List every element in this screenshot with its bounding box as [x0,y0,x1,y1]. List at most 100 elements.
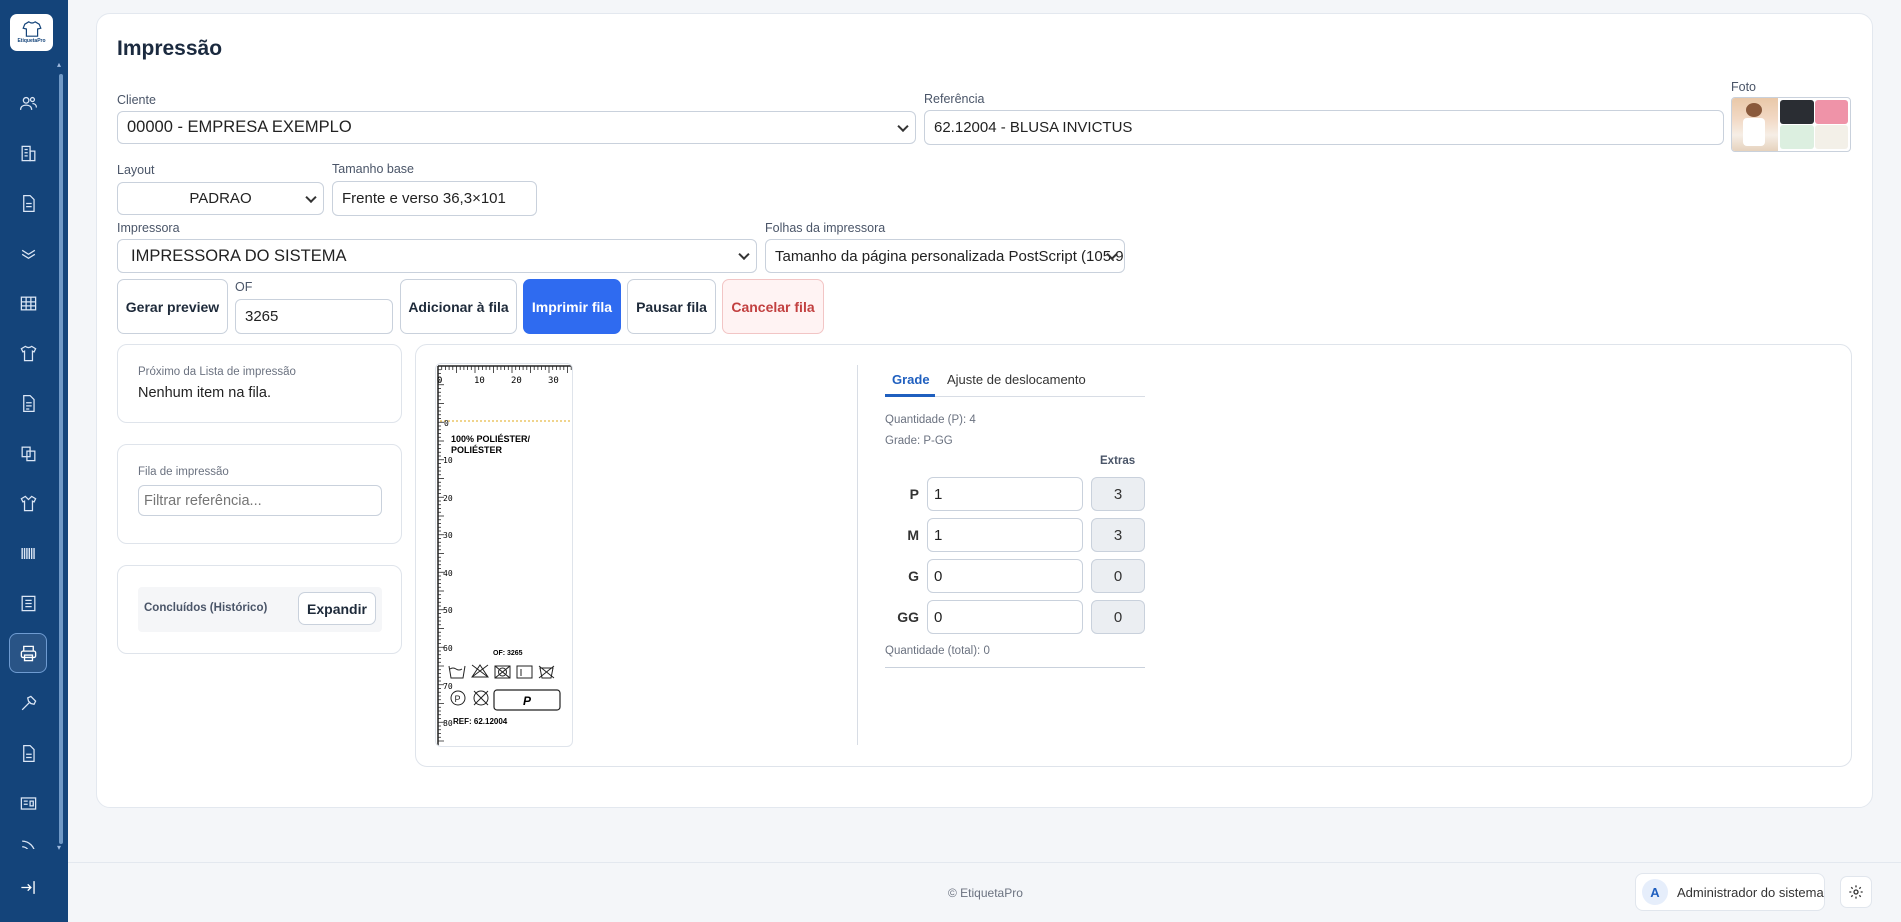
scroll-down-icon[interactable]: ▾ [57,843,61,852]
document-icon [22,194,35,212]
ruler-left-label: 20 [443,494,453,503]
ruler-top-label: 10 [474,376,485,386]
expandir-button[interactable]: Expandir [298,592,376,625]
product-photo[interactable] [1731,97,1851,152]
photo-swatch [1780,125,1814,149]
ruler-left-label: 0 [444,419,449,428]
nav-garments[interactable] [9,483,47,523]
shirt-icon [20,495,36,511]
layers-icon [21,249,35,259]
user-menu[interactable]: A Administrador do sistema [1635,873,1825,911]
nav-products[interactable] [9,333,47,373]
logout-icon [20,880,35,894]
nav-id-card[interactable] [9,783,47,823]
photo-swatch [1814,100,1848,124]
label-ref-text: REF: 62.12004 [453,717,508,726]
qty-input-p[interactable]: 1 [927,477,1083,511]
referencia-label: Referência [924,92,985,106]
fila-label: Fila de impressão [138,466,229,478]
copy-icon [21,446,35,461]
label-of-text: OF: 3265 [493,650,523,657]
ruler-left-label: 40 [443,569,453,578]
nav-documents[interactable] [9,183,47,223]
user-name: Administrador do sistema [1677,884,1824,900]
rss-icon [21,840,35,849]
tab-grade[interactable]: Grade [892,372,930,387]
qty-input-m[interactable]: 1 [927,518,1083,552]
imprimir-fila-button[interactable]: Imprimir fila [523,279,621,334]
users-icon [19,96,37,110]
sidebar-scrollbar[interactable] [59,74,63,844]
ruler-left-label: 60 [443,644,453,653]
logo-text: EtiquetaPro [17,38,46,44]
size-label-m: M [907,527,919,543]
nav-copy[interactable] [9,433,47,473]
extra-field-m: 3 [1091,518,1145,552]
size-label-gg: GG [897,609,919,625]
nav-more[interactable] [9,833,47,849]
nav-barcodes[interactable] [9,533,47,573]
nav-companies[interactable] [9,133,47,173]
nav-reports[interactable] [9,383,47,423]
hammer-icon [21,695,36,710]
label-preview-svg: 0 10 20 30 0 10 20 30 40 50 60 70 80 100… [437,365,572,746]
ruler-left-label: 30 [443,531,453,540]
referencia-field[interactable]: 62.12004 - BLUSA INVICTUS [924,110,1724,145]
extra-value: 0 [1113,608,1123,626]
qty-value: 1 [934,526,943,544]
ruler-left-label: 10 [443,456,453,465]
impressora-select[interactable]: IMPRESSORA DO SISTEMA [117,239,757,273]
ruler-top-label: 20 [511,376,522,386]
nav-list[interactable] [9,583,47,623]
gerar-preview-button[interactable]: Gerar preview [117,279,228,334]
label-preview[interactable]: 0 10 20 30 0 10 20 30 40 50 60 70 80 100… [435,363,573,747]
ruler-top-label: 0 [437,376,442,386]
label-size-text: P [523,694,532,708]
id-card-icon [20,796,36,810]
of-field[interactable]: 3265 [235,299,393,334]
tamanho-base-field[interactable]: Frente e verso 36,3×101 [332,181,537,216]
cancelar-fila-button[interactable]: Cancelar fila [722,279,824,334]
app-logo[interactable]: EtiquetaPro [10,14,53,51]
pausar-fila-button[interactable]: Pausar fila [627,279,716,334]
extra-value: 3 [1113,485,1123,503]
settings-button[interactable] [1840,876,1872,908]
footer-divider [68,862,1901,863]
layout-value: PADRAO [189,190,252,207]
cliente-select[interactable]: 00000 - EMPRESA EXEMPLO [117,111,916,144]
nav-files[interactable] [9,733,47,773]
qty-input-gg[interactable]: 0 [927,600,1083,634]
logout-button[interactable] [9,867,47,907]
tamanho-base-value: Frente e verso 36,3×101 [342,190,506,207]
nav-print[interactable] [9,633,47,673]
svg-text:P: P [455,694,461,704]
quantidade-total-text: Quantidade (total): 0 [885,645,990,657]
impressora-label: Impressora [117,221,180,235]
layout-select[interactable]: PADRAO [117,182,324,215]
qty-value: 0 [934,567,943,585]
scroll-up-icon[interactable]: ▴ [57,60,61,69]
nav-table[interactable] [9,283,47,323]
product-photo-main [1732,98,1778,151]
tab-ajuste-deslocamento[interactable]: Ajuste de deslocamento [947,372,1086,387]
nav-tools[interactable] [9,683,47,723]
extra-field-g: 0 [1091,559,1145,593]
tshirt-icon [20,345,36,361]
qty-value: 1 [934,485,943,503]
photo-swatch [1814,125,1848,149]
adicionar-fila-button[interactable]: Adicionar à fila [400,279,517,334]
qty-input-g[interactable]: 0 [927,559,1083,593]
nav-users[interactable] [9,83,47,123]
of-label: OF [235,280,253,294]
folhas-select[interactable]: Tamanho da página personalizada PostScri… [765,239,1125,273]
table-icon [20,296,36,310]
ruler-left-label: 70 [443,682,453,691]
printer-icon [20,645,36,661]
fila-filter-input[interactable] [138,485,382,516]
size-label-g: G [908,568,919,584]
cliente-value: 00000 - EMPRESA EXEMPLO [127,118,352,136]
nav-layers[interactable] [9,233,47,273]
grade-text: Grade: P-GG [885,435,953,447]
foto-label: Foto [1731,80,1757,94]
file-text-icon [22,394,35,412]
